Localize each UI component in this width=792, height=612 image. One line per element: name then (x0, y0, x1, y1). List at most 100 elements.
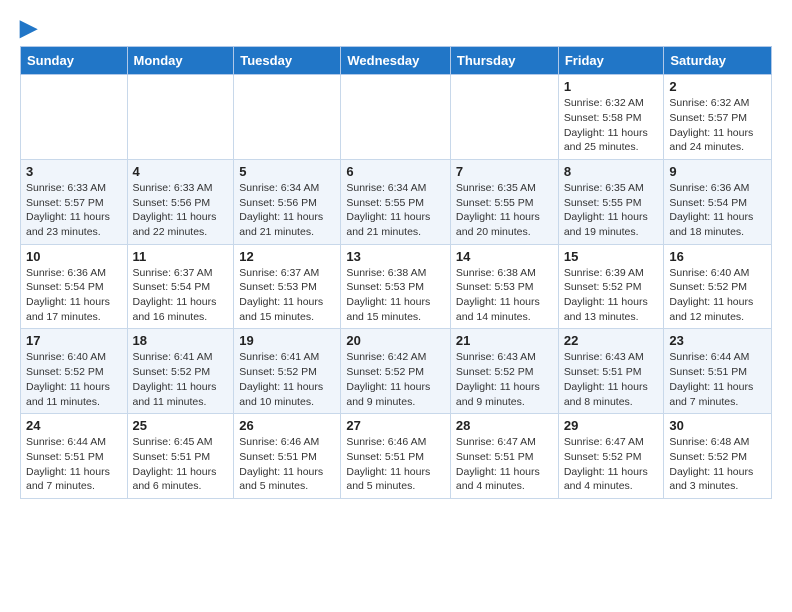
day-header-thursday: Thursday (450, 47, 558, 75)
day-info: Sunrise: 6:46 AMSunset: 5:51 PMDaylight:… (346, 435, 445, 494)
day-number: 30 (669, 418, 766, 433)
day-number: 5 (239, 164, 335, 179)
day-number: 27 (346, 418, 445, 433)
day-number: 15 (564, 249, 659, 264)
day-number: 20 (346, 333, 445, 348)
calendar-week-row: 3 Sunrise: 6:33 AMSunset: 5:57 PMDaylight… (21, 159, 772, 244)
day-header-saturday: Saturday (664, 47, 772, 75)
day-info: Sunrise: 6:44 AMSunset: 5:51 PMDaylight:… (26, 435, 122, 494)
calendar-cell: 10 Sunrise: 6:36 AMSunset: 5:54 PMDayligh… (21, 244, 128, 329)
calendar-cell: 19 Sunrise: 6:41 AMSunset: 5:52 PMDayligh… (234, 329, 341, 414)
calendar-cell: 27 Sunrise: 6:46 AMSunset: 5:51 PMDayligh… (341, 414, 451, 499)
calendar-cell (234, 75, 341, 160)
calendar-cell (450, 75, 558, 160)
day-info: Sunrise: 6:32 AMSunset: 5:57 PMDaylight:… (669, 96, 766, 155)
calendar-cell: 2 Sunrise: 6:32 AMSunset: 5:57 PMDaylight… (664, 75, 772, 160)
calendar-cell: 20Sunrise: 6:42 AMSunset: 5:52 PMDayligh… (341, 329, 451, 414)
day-number: 25 (133, 418, 229, 433)
day-info: Sunrise: 6:44 AMSunset: 5:51 PMDaylight:… (669, 350, 766, 409)
calendar-cell: 11 Sunrise: 6:37 AMSunset: 5:54 PMDayligh… (127, 244, 234, 329)
calendar-table: SundayMondayTuesdayWednesdayThursdayFrid… (20, 46, 772, 499)
day-info: Sunrise: 6:38 AMSunset: 5:53 PMDaylight:… (346, 266, 445, 325)
calendar-cell: 25 Sunrise: 6:45 AMSunset: 5:51 PMDayligh… (127, 414, 234, 499)
header: ▶ (20, 16, 772, 38)
calendar-cell: 3 Sunrise: 6:33 AMSunset: 5:57 PMDaylight… (21, 159, 128, 244)
calendar-cell: 15 Sunrise: 6:39 AMSunset: 5:52 PMDayligh… (558, 244, 664, 329)
logo: ▶ (20, 16, 37, 38)
calendar-cell: 17 Sunrise: 6:40 AMSunset: 5:52 PMDayligh… (21, 329, 128, 414)
day-number: 19 (239, 333, 335, 348)
calendar-cell (21, 75, 128, 160)
day-info: Sunrise: 6:34 AMSunset: 5:56 PMDaylight:… (239, 181, 335, 240)
calendar-week-row: 17 Sunrise: 6:40 AMSunset: 5:52 PMDayligh… (21, 329, 772, 414)
calendar-week-row: 1 Sunrise: 6:32 AMSunset: 5:58 PMDaylight… (21, 75, 772, 160)
calendar-cell: 5 Sunrise: 6:34 AMSunset: 5:56 PMDaylight… (234, 159, 341, 244)
day-number: 6 (346, 164, 445, 179)
calendar-cell: 6Sunrise: 6:34 AMSunset: 5:55 PMDaylight… (341, 159, 451, 244)
calendar-cell: 22Sunrise: 6:43 AMSunset: 5:51 PMDayligh… (558, 329, 664, 414)
day-info: Sunrise: 6:39 AMSunset: 5:52 PMDaylight:… (564, 266, 659, 325)
calendar-cell (127, 75, 234, 160)
day-info: Sunrise: 6:33 AMSunset: 5:56 PMDaylight:… (133, 181, 229, 240)
calendar-cell: 26 Sunrise: 6:46 AMSunset: 5:51 PMDayligh… (234, 414, 341, 499)
day-info: Sunrise: 6:32 AMSunset: 5:58 PMDaylight:… (564, 96, 659, 155)
day-number: 17 (26, 333, 122, 348)
calendar-cell: 14 Sunrise: 6:38 AMSunset: 5:53 PMDayligh… (450, 244, 558, 329)
calendar-cell: 7 Sunrise: 6:35 AMSunset: 5:55 PMDaylight… (450, 159, 558, 244)
day-number: 29 (564, 418, 659, 433)
day-info: Sunrise: 6:41 AMSunset: 5:52 PMDaylight:… (239, 350, 335, 409)
calendar-cell: 8 Sunrise: 6:35 AMSunset: 5:55 PMDaylight… (558, 159, 664, 244)
day-header-tuesday: Tuesday (234, 47, 341, 75)
day-info: Sunrise: 6:45 AMSunset: 5:51 PMDaylight:… (133, 435, 229, 494)
day-info: Sunrise: 6:36 AMSunset: 5:54 PMDaylight:… (26, 266, 122, 325)
day-number: 24 (26, 418, 122, 433)
calendar-cell: 4 Sunrise: 6:33 AMSunset: 5:56 PMDaylight… (127, 159, 234, 244)
calendar-cell: 24 Sunrise: 6:44 AMSunset: 5:51 PMDayligh… (21, 414, 128, 499)
day-number: 7 (456, 164, 553, 179)
day-number: 22 (564, 333, 659, 348)
calendar-header-row: SundayMondayTuesdayWednesdayThursdayFrid… (21, 47, 772, 75)
day-number: 1 (564, 79, 659, 94)
calendar-cell: 16 Sunrise: 6:40 AMSunset: 5:52 PMDayligh… (664, 244, 772, 329)
day-number: 8 (564, 164, 659, 179)
day-number: 10 (26, 249, 122, 264)
day-number: 21 (456, 333, 553, 348)
day-header-sunday: Sunday (21, 47, 128, 75)
day-info: Sunrise: 6:38 AMSunset: 5:53 PMDaylight:… (456, 266, 553, 325)
day-info: Sunrise: 6:35 AMSunset: 5:55 PMDaylight:… (456, 181, 553, 240)
calendar-cell: 28Sunrise: 6:47 AMSunset: 5:51 PMDayligh… (450, 414, 558, 499)
day-info: Sunrise: 6:40 AMSunset: 5:52 PMDaylight:… (669, 266, 766, 325)
calendar-cell: 9 Sunrise: 6:36 AMSunset: 5:54 PMDaylight… (664, 159, 772, 244)
calendar-cell: 1 Sunrise: 6:32 AMSunset: 5:58 PMDaylight… (558, 75, 664, 160)
day-number: 9 (669, 164, 766, 179)
day-number: 26 (239, 418, 335, 433)
day-info: Sunrise: 6:35 AMSunset: 5:55 PMDaylight:… (564, 181, 659, 240)
day-header-wednesday: Wednesday (341, 47, 451, 75)
day-info: Sunrise: 6:37 AMSunset: 5:54 PMDaylight:… (133, 266, 229, 325)
day-info: Sunrise: 6:33 AMSunset: 5:57 PMDaylight:… (26, 181, 122, 240)
calendar-week-row: 24 Sunrise: 6:44 AMSunset: 5:51 PMDayligh… (21, 414, 772, 499)
calendar-week-row: 10 Sunrise: 6:36 AMSunset: 5:54 PMDayligh… (21, 244, 772, 329)
day-number: 16 (669, 249, 766, 264)
day-number: 3 (26, 164, 122, 179)
day-info: Sunrise: 6:41 AMSunset: 5:52 PMDaylight:… (133, 350, 229, 409)
calendar-cell: 23Sunrise: 6:44 AMSunset: 5:51 PMDayligh… (664, 329, 772, 414)
calendar-cell: 21Sunrise: 6:43 AMSunset: 5:52 PMDayligh… (450, 329, 558, 414)
day-number: 14 (456, 249, 553, 264)
day-info: Sunrise: 6:40 AMSunset: 5:52 PMDaylight:… (26, 350, 122, 409)
day-number: 4 (133, 164, 229, 179)
day-info: Sunrise: 6:36 AMSunset: 5:54 PMDaylight:… (669, 181, 766, 240)
day-header-friday: Friday (558, 47, 664, 75)
calendar-cell: 30 Sunrise: 6:48 AMSunset: 5:52 PMDayligh… (664, 414, 772, 499)
day-info: Sunrise: 6:48 AMSunset: 5:52 PMDaylight:… (669, 435, 766, 494)
calendar-cell: 18Sunrise: 6:41 AMSunset: 5:52 PMDayligh… (127, 329, 234, 414)
day-number: 12 (239, 249, 335, 264)
day-number: 11 (133, 249, 229, 264)
day-info: Sunrise: 6:47 AMSunset: 5:51 PMDaylight:… (456, 435, 553, 494)
day-info: Sunrise: 6:46 AMSunset: 5:51 PMDaylight:… (239, 435, 335, 494)
calendar-cell: 12 Sunrise: 6:37 AMSunset: 5:53 PMDayligh… (234, 244, 341, 329)
day-number: 2 (669, 79, 766, 94)
day-info: Sunrise: 6:37 AMSunset: 5:53 PMDaylight:… (239, 266, 335, 325)
day-header-monday: Monday (127, 47, 234, 75)
page: ▶ SundayMondayTuesdayWednesdayThursdayFr… (0, 0, 792, 515)
